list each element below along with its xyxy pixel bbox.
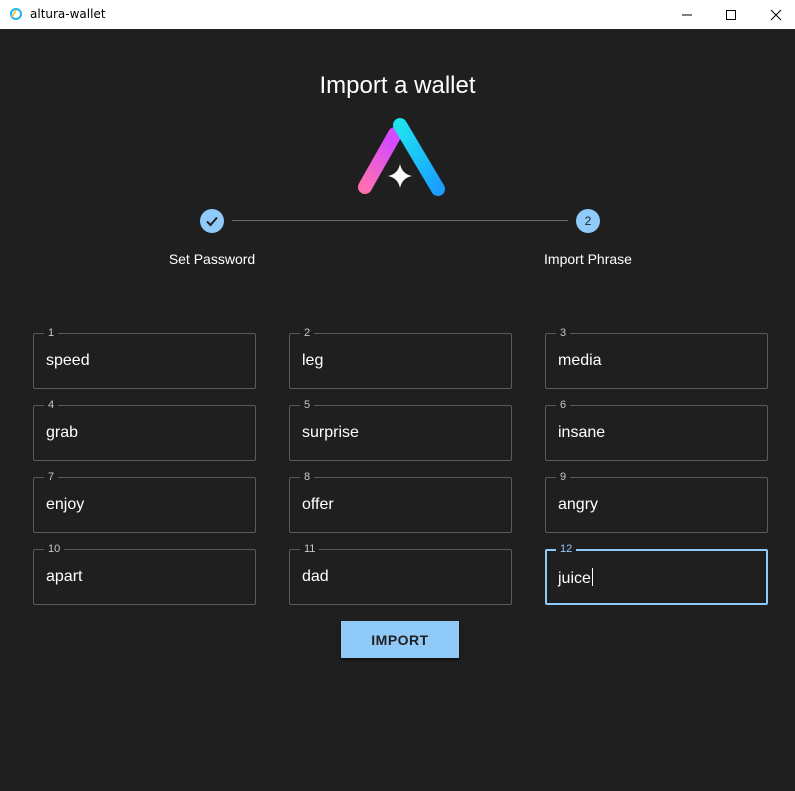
phrase-word-value: apart — [46, 568, 83, 585]
phrase-word-index: 10 — [44, 542, 65, 556]
import-button[interactable]: IMPORT — [341, 621, 459, 658]
phrase-word-value: media — [558, 352, 602, 369]
phrase-word-index: 7 — [44, 470, 59, 484]
phrase-word-index: 11 — [300, 542, 320, 556]
phrase-word-field-4[interactable]: 4 grab — [33, 398, 256, 461]
app-content: Import a wallet 2 Set Password Import Ph… — [0, 29, 795, 791]
maximize-icon — [725, 9, 736, 20]
phrase-word-value: insane — [558, 424, 606, 441]
phrase-word-index: 3 — [556, 326, 571, 340]
altura-logo-icon — [358, 118, 445, 196]
app-logo-icon — [10, 8, 22, 20]
phrase-word-value: surprise — [302, 424, 359, 441]
phrase-word-value: offer — [302, 496, 334, 513]
check-icon — [206, 216, 218, 227]
phrase-word-field-1[interactable]: 1 speed — [33, 326, 256, 389]
phrase-word-field-8[interactable]: 8 offer — [289, 470, 512, 533]
page-title: Import a wallet — [319, 72, 476, 99]
phrase-word-field-6[interactable]: 6 insane — [545, 398, 768, 461]
phrase-word-index: 2 — [300, 326, 315, 340]
phrase-word-index: 9 — [556, 470, 571, 484]
phrase-word-field-12[interactable]: 12 juice — [545, 542, 768, 605]
step-import-phrase-label: Import Phrase — [544, 251, 632, 267]
close-button[interactable] — [753, 0, 795, 29]
phrase-word-field-3[interactable]: 3 media — [545, 326, 768, 389]
phrase-word-index: 1 — [44, 326, 59, 340]
phrase-word-value: enjoy — [46, 496, 85, 513]
phrase-word-index: 4 — [44, 398, 59, 412]
phrase-word-value: leg — [302, 352, 324, 369]
maximize-button[interactable] — [708, 0, 753, 29]
phrase-word-value: grab — [46, 424, 79, 441]
phrase-word-value: angry — [558, 496, 599, 513]
step-import-phrase-indicator: 2 — [576, 209, 600, 233]
step-set-password-indicator — [200, 209, 224, 233]
close-icon — [770, 9, 781, 20]
stepper-connector — [232, 220, 568, 221]
window-titlebar: altura-wallet — [0, 0, 795, 29]
phrase-word-field-7[interactable]: 7 enjoy — [33, 470, 256, 533]
phrase-word-index: 6 — [556, 398, 571, 412]
window-title: altura-wallet — [30, 7, 106, 21]
minimize-icon — [681, 14, 692, 15]
phrase-word-field-2[interactable]: 2 leg — [289, 326, 512, 389]
phrase-word-text: juice — [558, 570, 591, 587]
phrase-word-field-9[interactable]: 9 angry — [545, 470, 768, 533]
minimize-button[interactable] — [664, 0, 709, 29]
phrase-word-value: juice — [558, 568, 593, 588]
text-caret — [591, 568, 593, 586]
phrase-word-value: speed — [46, 352, 90, 369]
phrase-word-field-5[interactable]: 5 surprise — [289, 398, 512, 461]
phrase-word-field-11[interactable]: 11 dad — [289, 542, 512, 605]
phrase-word-index: 5 — [300, 398, 315, 412]
phrase-word-index: 8 — [300, 470, 315, 484]
phrase-word-field-10[interactable]: 10 apart — [33, 542, 256, 605]
phrase-word-value: dad — [302, 568, 329, 585]
phrase-word-index: 12 — [556, 542, 577, 556]
step-set-password-label: Set Password — [168, 251, 256, 267]
